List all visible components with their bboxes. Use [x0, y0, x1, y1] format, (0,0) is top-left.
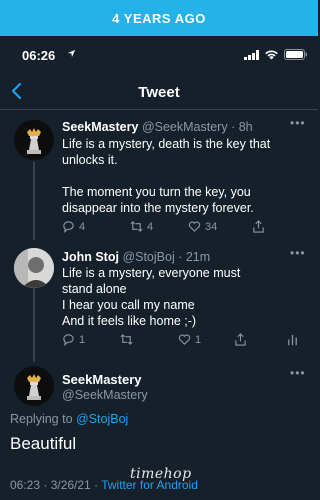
tweet-header: John Stoj @StojBoj · 21m — [62, 250, 210, 264]
like-button[interactable]: 1 — [178, 333, 201, 346]
heart-icon — [178, 334, 191, 345]
like-button[interactable]: 34 — [188, 220, 217, 233]
wifi-icon — [265, 50, 278, 60]
display-name[interactable]: SeekMastery — [62, 120, 138, 134]
tweet-text: Beautiful — [10, 434, 77, 453]
avatar[interactable] — [14, 120, 54, 160]
tweet-time: · 8h — [231, 120, 253, 134]
navigation-bar: Tweet — [0, 76, 318, 110]
share-button[interactable] — [252, 220, 265, 233]
more-options-icon[interactable]: ••• — [290, 116, 306, 130]
share-button[interactable] — [234, 333, 247, 346]
nav-title: Tweet — [138, 84, 180, 101]
user-handle[interactable]: @StojBoj — [122, 250, 174, 264]
like-count: 34 — [205, 220, 218, 233]
share-icon — [235, 333, 246, 346]
avatar[interactable] — [14, 366, 54, 406]
banner-text: 4 YEARS AGO — [112, 10, 206, 26]
replying-prefix: Replying to — [10, 412, 73, 426]
cellular-signal-icon — [244, 50, 259, 60]
location-arrow-icon — [67, 49, 76, 58]
analytics-button[interactable] — [286, 333, 299, 346]
retweet-button[interactable]: 4 — [130, 220, 153, 233]
heart-icon — [188, 221, 201, 232]
reply-icon — [63, 334, 74, 346]
tweet-header: SeekMastery @SeekMastery · 8h — [62, 120, 253, 134]
more-options-icon[interactable]: ••• — [290, 366, 306, 380]
thread-connector — [33, 288, 35, 362]
retweet-count: 4 — [147, 220, 154, 233]
status-bar: 06:26 — [0, 36, 318, 76]
tweet-text: Life is a mystery, everyone must stand a… — [62, 266, 241, 328]
more-options-icon[interactable]: ••• — [290, 246, 306, 260]
analytics-icon — [288, 334, 297, 346]
reply-button[interactable]: 1 — [62, 333, 85, 346]
avatar[interactable] — [14, 248, 54, 288]
memory-banner: 4 YEARS AGO — [0, 0, 318, 36]
chess-king-avatar-icon — [14, 120, 54, 160]
display-name[interactable]: SeekMastery — [62, 372, 142, 387]
display-name[interactable]: John Stoj — [62, 250, 119, 264]
reply-icon — [63, 221, 74, 233]
timehop-watermark: timehop — [130, 466, 192, 482]
battery-icon — [284, 49, 307, 60]
tweet-text: Life is a mystery, death is the key that… — [62, 137, 271, 215]
retweet-button[interactable] — [120, 333, 137, 346]
mention-link[interactable]: @StojBoj — [76, 412, 128, 426]
replying-to: Replying to @StojBoj — [10, 412, 128, 426]
timestamp-text: 06:23 · 3/26/21 · — [10, 478, 102, 492]
thread-connector — [33, 162, 35, 240]
status-time: 06:26 — [22, 48, 56, 63]
reply-count: 1 — [79, 333, 86, 346]
chess-king-avatar-icon — [14, 366, 54, 406]
reply-button[interactable]: 4 — [62, 220, 85, 233]
user-handle[interactable]: @SeekMastery — [62, 388, 148, 402]
share-icon — [253, 220, 264, 233]
retweet-icon — [120, 334, 133, 345]
user-handle[interactable]: @SeekMastery — [142, 120, 228, 134]
tweet-time: · 21m — [178, 250, 211, 264]
retweet-icon — [130, 221, 143, 232]
like-count: 1 — [195, 333, 202, 346]
reply-count: 4 — [79, 220, 86, 233]
user-photo-avatar-icon — [14, 248, 54, 288]
